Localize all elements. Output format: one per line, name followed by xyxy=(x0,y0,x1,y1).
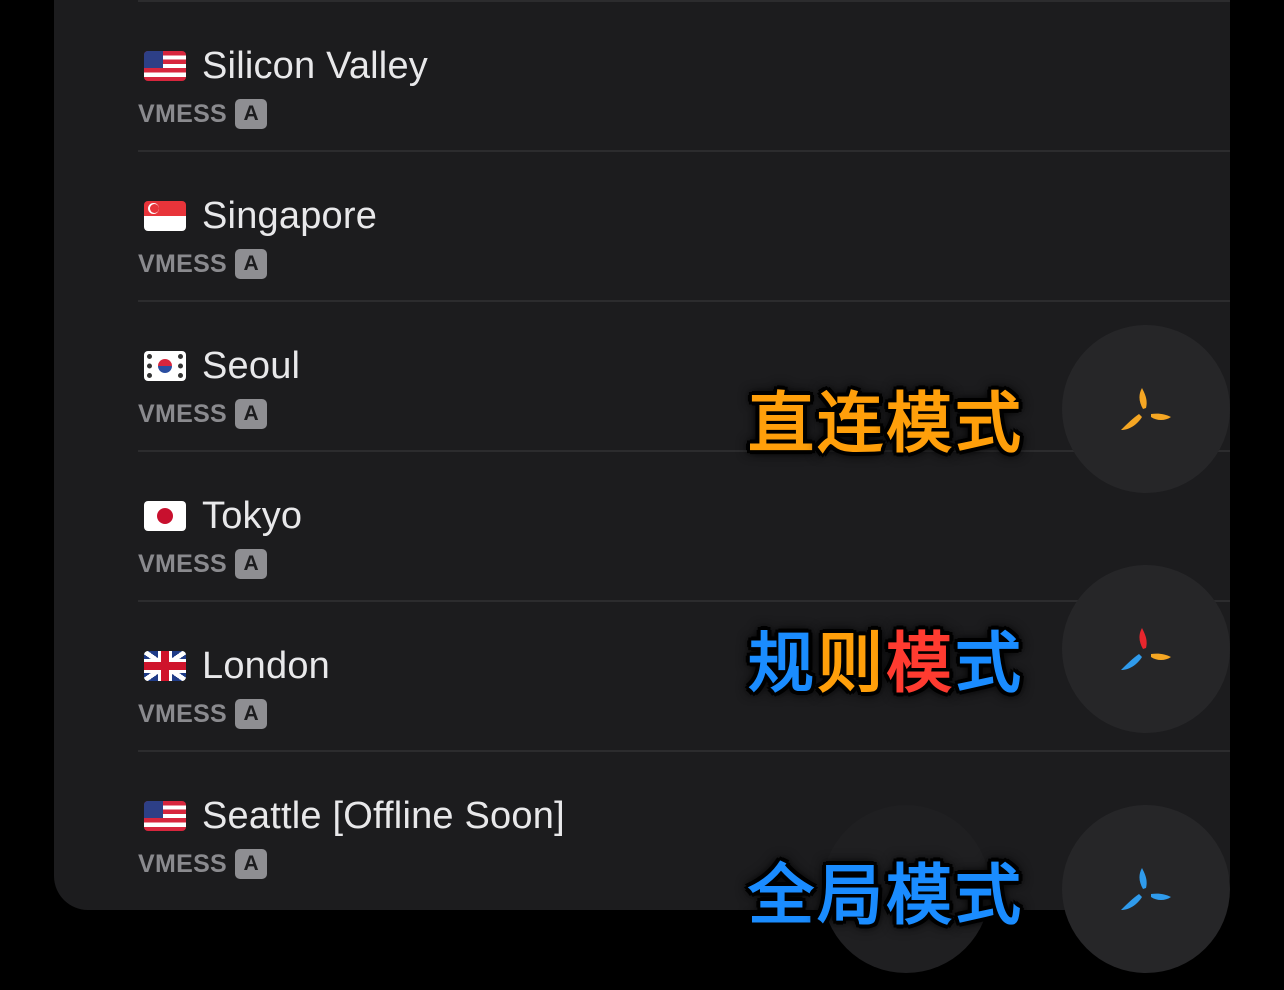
protocol-label: VMESS xyxy=(138,549,228,578)
rule-mode-label: 规则模式 xyxy=(748,610,1024,706)
server-title: Singapore xyxy=(144,192,377,240)
server-title: Silicon Valley xyxy=(144,42,428,90)
protocol-label: VMESS xyxy=(138,399,228,428)
direct-mode-char: 直 xyxy=(748,385,817,462)
server-name: Seoul xyxy=(202,344,301,387)
jp-flag-icon xyxy=(144,501,186,531)
trefoil-blade-right xyxy=(1151,413,1171,420)
protocol-label: VMESS xyxy=(138,699,228,728)
protocol-badge: A xyxy=(235,399,268,429)
server-title: London xyxy=(144,642,330,690)
row-divider xyxy=(138,450,1230,452)
server-name: Silicon Valley xyxy=(202,44,428,87)
trefoil-icon xyxy=(1121,388,1171,430)
server-title: Seoul xyxy=(144,342,300,390)
protocol-label: VMESS xyxy=(138,849,228,878)
trefoil-blade-right xyxy=(1151,653,1171,660)
rule-mode-char: 模 xyxy=(886,625,955,702)
row-divider xyxy=(138,750,1230,752)
protocol-label: VMESS xyxy=(138,249,228,278)
protocol-badge: A xyxy=(235,249,268,279)
trefoil-blade-right xyxy=(1151,893,1171,900)
row-divider xyxy=(138,0,1230,2)
rule-mode-button[interactable] xyxy=(1062,565,1230,733)
direct-mode-char: 连 xyxy=(817,385,886,462)
protocol-badge: A xyxy=(235,549,268,579)
direct-mode-label: 直连模式 xyxy=(748,370,1024,466)
trefoil-blade-left xyxy=(1121,414,1142,430)
us-flag-icon xyxy=(144,801,186,831)
server-name: Tokyo xyxy=(202,494,303,537)
server-row-tokyo[interactable]: Tokyo VMESS A xyxy=(138,450,1230,600)
us-flag-icon xyxy=(144,51,186,81)
server-list[interactable]: Silicon Valley VMESS A Singapore VMESS A… xyxy=(54,0,1230,910)
global-mode-button[interactable] xyxy=(1062,805,1230,973)
trefoil-blade-top xyxy=(1139,868,1147,889)
protocol-badge: A xyxy=(235,99,268,129)
protocol-label: VMESS xyxy=(138,99,228,128)
server-name: London xyxy=(202,644,331,687)
direct-mode-char: 式 xyxy=(955,385,1024,462)
trefoil-blade-left xyxy=(1121,654,1142,670)
direct-mode-button[interactable] xyxy=(1062,325,1230,493)
gb-flag-icon xyxy=(144,651,186,681)
server-meta: VMESS A xyxy=(138,697,268,731)
server-row-silicon-valley[interactable]: Silicon Valley VMESS A xyxy=(138,0,1230,150)
row-divider xyxy=(138,150,1230,152)
server-meta: VMESS A xyxy=(138,547,268,581)
sg-flag-icon xyxy=(144,201,186,231)
global-mode-char: 全 xyxy=(748,857,817,934)
trefoil-icon xyxy=(1121,868,1171,910)
screen: Silicon Valley VMESS A Singapore VMESS A… xyxy=(0,0,1284,990)
trefoil-blade-top xyxy=(1139,628,1147,649)
global-mode-char: 式 xyxy=(955,857,1024,934)
trefoil-icon xyxy=(1121,628,1171,670)
server-name: Singapore xyxy=(202,194,378,237)
row-divider xyxy=(138,600,1230,602)
direct-mode-char: 模 xyxy=(886,385,955,462)
rule-mode-char: 则 xyxy=(817,625,886,702)
protocol-badge: A xyxy=(235,849,268,879)
kr-flag-icon xyxy=(144,351,186,381)
protocol-badge: A xyxy=(235,699,268,729)
rule-mode-char: 规 xyxy=(748,625,817,702)
rule-mode-char: 式 xyxy=(955,625,1024,702)
trefoil-blade-top xyxy=(1139,388,1147,409)
server-meta: VMESS A xyxy=(138,247,268,281)
server-title: Seattle [Offline Soon] xyxy=(144,792,565,840)
trefoil-blade-left xyxy=(1121,894,1142,910)
row-divider xyxy=(138,300,1230,302)
server-name: Seattle [Offline Soon] xyxy=(202,794,565,837)
server-meta: VMESS A xyxy=(138,847,268,881)
server-meta: VMESS A xyxy=(138,397,268,431)
global-mode-char: 局 xyxy=(817,857,886,934)
global-mode-label: 全局模式 xyxy=(748,842,1024,938)
global-mode-char: 模 xyxy=(886,857,955,934)
server-row-singapore[interactable]: Singapore VMESS A xyxy=(138,150,1230,300)
server-meta: VMESS A xyxy=(138,97,268,131)
server-title: Tokyo xyxy=(144,492,302,540)
